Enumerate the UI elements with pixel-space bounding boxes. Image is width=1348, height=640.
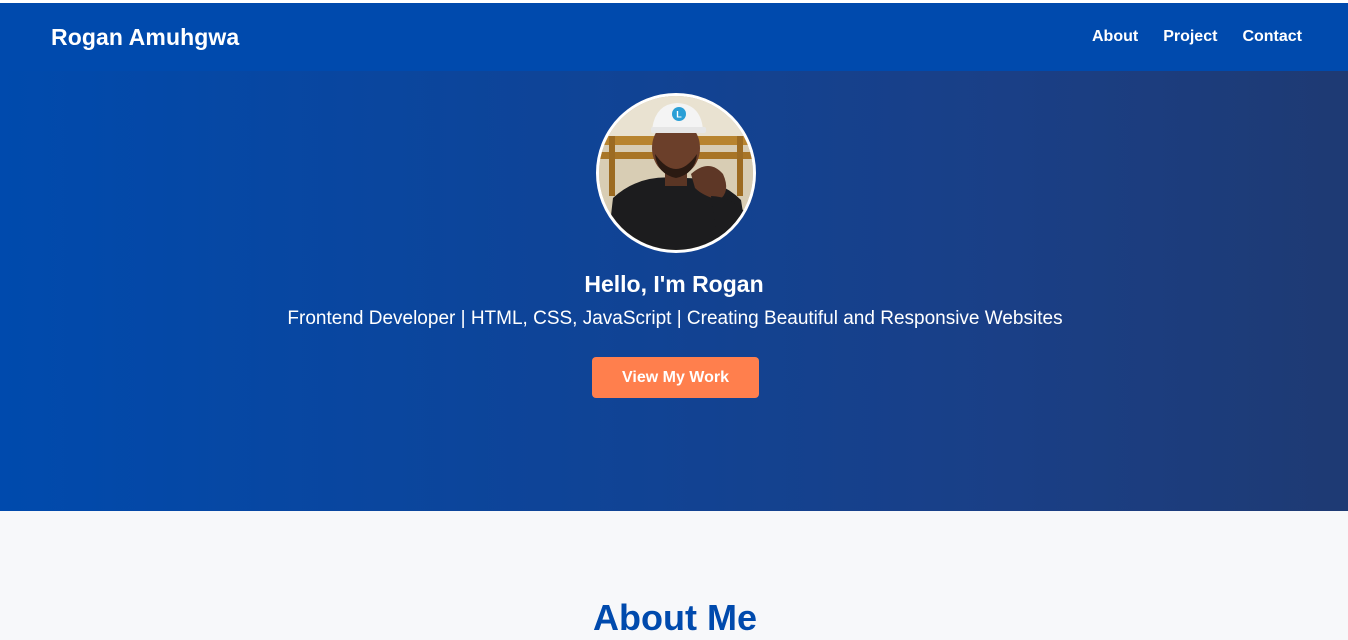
profile-avatar: L <box>596 93 756 253</box>
hero-section: L Hello, I'm Rogan Frontend Developer | … <box>0 71 1348 511</box>
nav-link-project[interactable]: Project <box>1163 28 1217 46</box>
hero-subtitle: Frontend Developer | HTML, CSS, JavaScri… <box>287 308 1063 329</box>
about-heading: About Me <box>593 597 757 638</box>
navbar: Rogan Amuhgwa About Project Contact <box>0 3 1348 71</box>
view-my-work-button[interactable]: View My Work <box>592 357 759 398</box>
svg-text:L: L <box>676 110 682 120</box>
about-section: About Me <box>0 511 1348 640</box>
profile-photo-icon: L <box>599 96 753 250</box>
nav-links: About Project Contact <box>1067 28 1302 46</box>
nav-link-about[interactable]: About <box>1092 28 1138 46</box>
nav-link-contact[interactable]: Contact <box>1242 28 1302 46</box>
brand-name[interactable]: Rogan Amuhgwa <box>51 24 239 51</box>
hero-title: Hello, I'm Rogan <box>584 271 764 297</box>
